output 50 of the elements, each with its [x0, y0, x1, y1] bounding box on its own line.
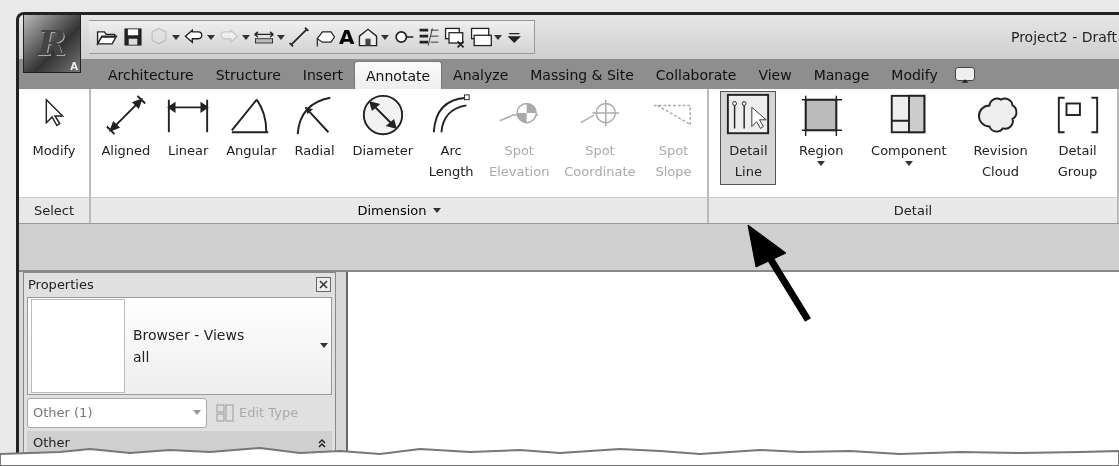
caret-icon — [277, 34, 285, 40]
caret-icon — [817, 161, 826, 166]
ribbon-tab[interactable]: Manage — [802, 61, 881, 89]
panel-title: Properties — [28, 276, 94, 294]
ribbon-button[interactable]: Component — [866, 91, 952, 169]
ribbon-button[interactable]: Detail Line — [720, 91, 777, 185]
save-icon — [121, 25, 145, 49]
caret-icon — [193, 410, 201, 415]
toolbar-button[interactable]: A — [339, 24, 355, 50]
ribbon-button[interactable]: Radial — [286, 91, 343, 164]
ribbon-button[interactable]: Aligned — [96, 91, 156, 164]
panel-title: Select — [33, 201, 75, 220]
ribbon-button[interactable]: Modify — [26, 91, 82, 164]
ribbon-button[interactable]: Linear — [160, 91, 217, 164]
ribbon-button[interactable]: Arc Length — [423, 91, 480, 185]
type-selector[interactable]: Browser - Views all — [27, 296, 332, 395]
ribbon-button[interactable]: Revision Cloud — [968, 91, 1033, 185]
caret-icon — [432, 208, 441, 213]
caret-icon — [320, 343, 328, 348]
close-button[interactable] — [316, 277, 331, 293]
ribbon-tab[interactable]: Collaborate — [644, 61, 748, 89]
switch-windows-icon — [469, 25, 494, 49]
minimize-ribbon-button[interactable] — [954, 67, 975, 81]
caret-icon — [172, 34, 180, 40]
panel-title: Detail — [893, 201, 933, 220]
edit-type-icon — [215, 402, 235, 423]
ribbon-button[interactable]: Region — [793, 91, 850, 169]
panel-menu-button[interactable]: Dimension — [357, 200, 441, 221]
ribbon-button[interactable]: Diameter — [347, 91, 419, 164]
ribbon-tab[interactable]: Insert — [291, 61, 354, 89]
caret-icon — [207, 34, 215, 40]
ribbon-tab[interactable]: Annotate — [354, 61, 443, 89]
caret-icon — [904, 161, 913, 166]
caret-icon — [242, 34, 250, 40]
ribbon-button[interactable]: Detail Group — [1049, 91, 1106, 185]
toolbar-button[interactable] — [287, 24, 311, 50]
caret-icon — [381, 34, 390, 40]
ribbon-button[interactable]: Angular — [221, 91, 282, 164]
ribbon-tab[interactable]: Structure — [204, 61, 292, 89]
ribbon-tab[interactable]: Analyze — [442, 61, 520, 89]
application-menu-button[interactable]: R A — [23, 15, 81, 73]
ribbon-tab[interactable]: View — [747, 61, 803, 89]
ribbon-tab[interactable]: Massing & Site — [519, 61, 645, 89]
caret-icon — [494, 34, 503, 40]
ribbon-tab[interactable]: Architecture — [97, 61, 205, 89]
filter-dropdown[interactable]: Other (1) — [27, 397, 207, 428]
window-title: Project2 - Draft — [1010, 27, 1118, 47]
collapse-icon[interactable] — [318, 437, 326, 448]
diagonal-arrow-icon — [287, 25, 311, 49]
ribbon-tab[interactable]: Modify — [880, 61, 949, 89]
